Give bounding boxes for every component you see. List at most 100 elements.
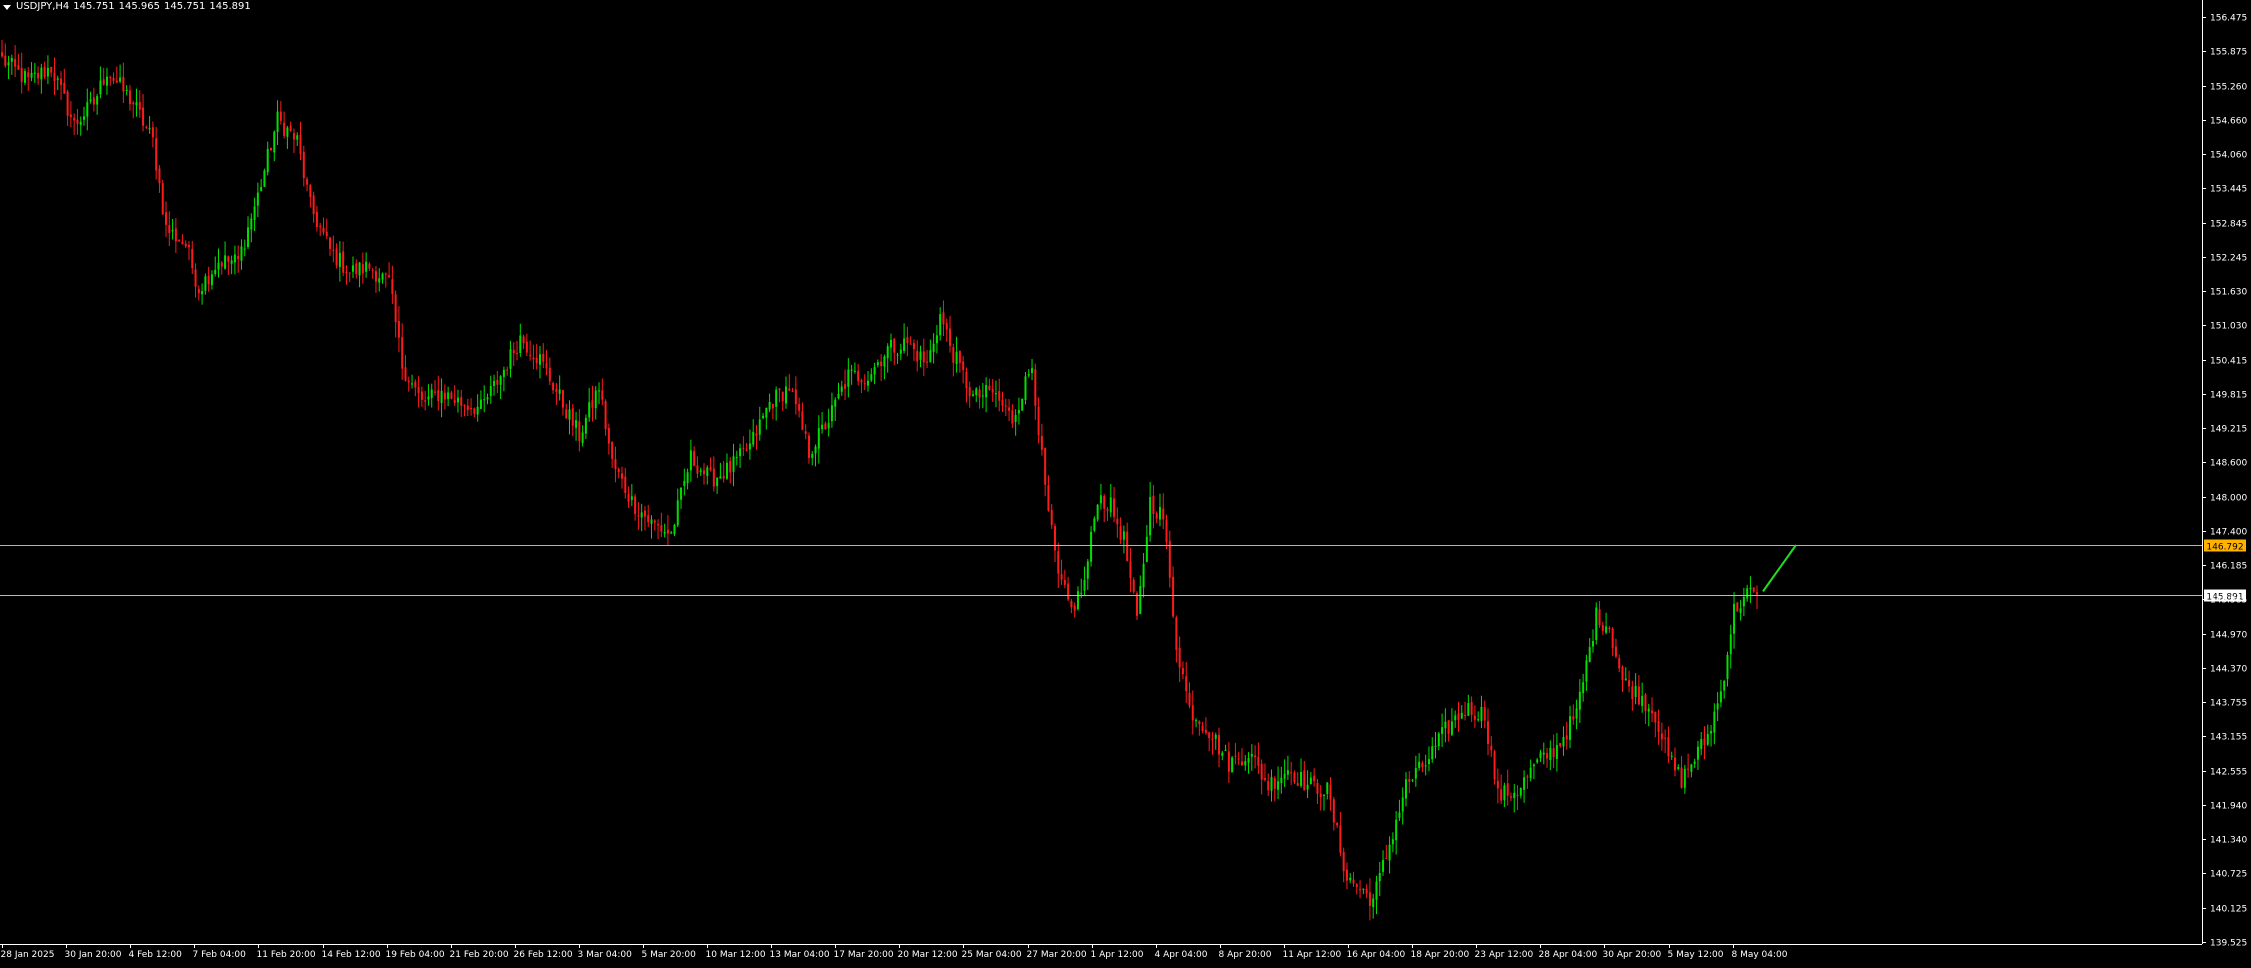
candle-body [79,121,82,125]
y-tick-label: 145.585 [2210,596,2247,606]
candle-body [991,388,994,393]
candle-body [955,351,958,365]
candle-body [676,500,679,526]
candle-body [798,404,801,411]
candle-body [1716,703,1719,710]
candle-body [552,383,555,391]
candle-body [703,470,705,475]
x-tick-label: 7 Feb 04:00 [193,950,247,960]
candle-body [1647,708,1650,712]
candle-body [968,387,971,397]
candle-body [1637,686,1640,705]
candle-body [312,195,315,215]
candle-body [40,67,43,80]
candle-body [493,380,496,386]
candle-body [1565,735,1568,740]
candle-body [1634,685,1637,697]
candle-body [204,276,207,291]
candle-body [1644,694,1647,711]
candle-body [427,396,430,400]
candle-body [237,255,240,260]
candle-body [1654,711,1657,723]
candle-body [771,404,774,409]
candle-body [397,320,400,338]
y-tick-label: 149.815 [2210,391,2247,401]
candle-body [1237,758,1240,760]
y-tick-label: 151.030 [2210,322,2247,332]
candle-body [86,102,89,117]
y-tick-label: 144.370 [2210,665,2247,675]
candle-body [994,393,997,395]
candle-body [1263,778,1266,781]
y-tick-label: 140.725 [2210,870,2247,880]
candle-body [1608,627,1611,630]
candle-body [161,183,164,215]
candle-body [92,97,95,105]
candle-body [778,388,781,391]
candle-body [499,376,502,385]
candle-body [33,72,36,74]
candle-body [443,392,446,400]
candle-body [1450,721,1453,735]
candle-body [1254,755,1257,758]
candle-body [1595,607,1598,640]
y-tick-label: 149.215 [2210,425,2247,435]
candle-body [1713,711,1716,733]
candle-body [1618,658,1621,669]
x-tick-label: 19 Feb 04:00 [386,950,445,960]
candle-body [1040,436,1043,450]
candle-body [99,80,102,95]
candle-body [1004,405,1007,407]
candle-body [1365,888,1368,894]
candle-body [850,369,853,371]
candle-body [1516,794,1519,797]
candle-body [1726,654,1729,679]
candle-body [1322,794,1325,796]
candle-body [273,131,276,153]
candle-body [460,397,463,406]
candle-body [1441,727,1444,734]
candle-body [532,357,535,360]
candle-body [824,423,827,430]
candle-body [1578,691,1581,710]
candle-body [607,428,610,444]
candle-body [1572,716,1575,720]
candle-body [450,392,453,399]
candle-body [716,477,719,487]
candle-body [102,79,105,85]
candle-body [1490,745,1493,751]
candle-body [148,128,151,130]
candle-body [1099,495,1102,504]
candle-body [1126,531,1129,562]
candle-body [1280,777,1283,783]
candle-body [1483,706,1486,721]
candle-body [1319,793,1322,798]
candle-body [1063,580,1066,585]
candle-body [958,350,961,363]
candle-body [666,529,669,534]
candle-body [168,225,171,234]
chevron-down-icon[interactable] [3,4,11,10]
candle-body [1752,587,1755,592]
candle-body [765,407,768,418]
candle-body [1313,775,1316,782]
candle-body [50,66,53,73]
x-tick-label: 14 Feb 12:00 [322,950,381,960]
candle-body [217,262,220,270]
price-chart[interactable]: 146.792 145.891 156.475 155.875 155.260 154.… [0,0,2251,968]
candle-body [296,135,299,140]
candle-body [647,515,650,523]
candle-body [985,385,988,398]
candle-body [663,531,666,534]
candle-body [1073,605,1076,611]
candle-body [1247,758,1250,763]
candle-body [89,99,92,102]
candle-body [1601,625,1604,631]
candle-body [1119,526,1122,540]
candle-body [424,400,427,402]
x-tick-label: 18 Apr 20:00 [1411,950,1470,960]
candle-body [128,90,131,105]
candle-body [1375,881,1378,900]
candle-body [361,264,364,274]
candle-body [1106,509,1109,511]
